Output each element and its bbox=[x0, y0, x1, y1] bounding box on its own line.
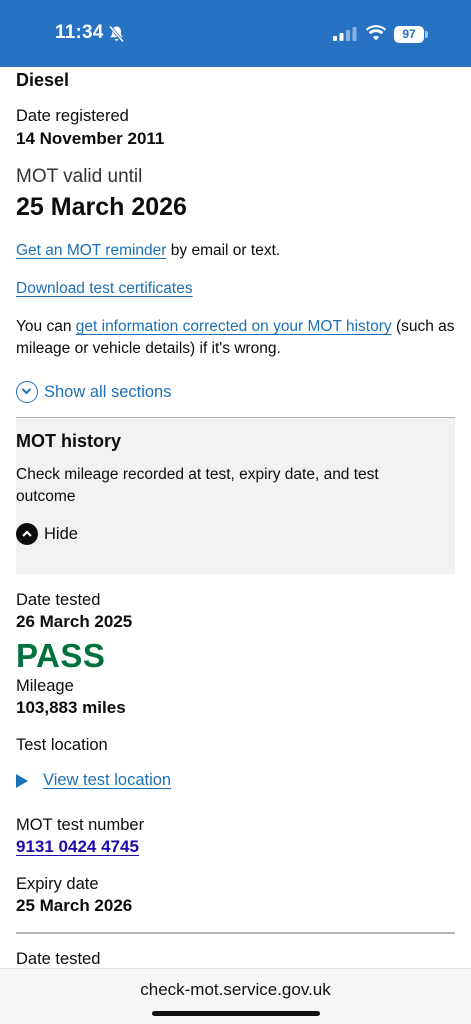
mileage-value: 103,883 miles bbox=[16, 698, 126, 717]
url-text[interactable]: check-mot.service.gov.uk bbox=[0, 980, 471, 1000]
correction-prefix: You can bbox=[16, 318, 76, 335]
mot-valid-value: 25 March 2026 bbox=[16, 193, 187, 221]
expiry-date-value: 25 March 2026 bbox=[16, 896, 133, 915]
reminder-text: Get an MOT reminder by email or text. bbox=[16, 240, 456, 262]
browser-address-bar[interactable]: check-mot.service.gov.uk bbox=[0, 968, 471, 1024]
section-divider bbox=[16, 932, 455, 934]
wifi-icon bbox=[366, 25, 386, 41]
next-date-tested-label: Date tested bbox=[16, 950, 101, 968]
hide-label: Hide bbox=[44, 524, 78, 543]
chevron-down-icon bbox=[16, 381, 38, 403]
view-test-location-link[interactable]: View test location bbox=[43, 771, 171, 790]
test-location-label: Test location bbox=[16, 736, 108, 754]
show-all-sections-label: Show all sections bbox=[44, 382, 172, 401]
status-time: 11:34 bbox=[55, 22, 104, 43]
date-tested-value: 26 March 2025 bbox=[16, 612, 133, 631]
mot-test-number-label: MOT test number bbox=[16, 816, 145, 834]
date-tested-label: Date tested bbox=[16, 591, 101, 609]
show-all-sections-button[interactable]: Show all sections bbox=[16, 381, 171, 403]
home-indicator[interactable] bbox=[152, 1011, 320, 1016]
mot-test-number-link[interactable]: 9131 0424 4745 bbox=[16, 837, 139, 857]
mot-valid-label: MOT valid until bbox=[16, 166, 143, 187]
mileage-label: Mileage bbox=[16, 677, 74, 695]
triangle-right-icon bbox=[16, 773, 28, 788]
status-bar: 11:34 97 bbox=[0, 0, 471, 67]
fuel-type: Diesel bbox=[16, 70, 70, 90]
hide-section-button[interactable]: Hide bbox=[16, 523, 78, 545]
chevron-up-icon bbox=[16, 523, 38, 545]
cellular-signal-icon bbox=[333, 27, 357, 41]
date-registered-value: 14 November 2011 bbox=[16, 129, 165, 148]
download-certificates-link[interactable]: Download test certificates bbox=[16, 280, 193, 297]
battery-level: 97 bbox=[394, 26, 424, 43]
expiry-date-label: Expiry date bbox=[16, 875, 99, 893]
mot-history-section: MOT history Check mileage recorded at te… bbox=[16, 417, 455, 574]
bell-slash-icon bbox=[108, 25, 125, 43]
mot-reminder-link[interactable]: Get an MOT reminder bbox=[16, 242, 166, 259]
date-registered-label: Date registered bbox=[16, 107, 129, 125]
correction-text: You can get information corrected on you… bbox=[16, 316, 456, 360]
correction-link[interactable]: get information corrected on your MOT hi… bbox=[76, 318, 392, 335]
test-result-badge: PASS bbox=[16, 637, 106, 674]
battery-icon: 97 bbox=[394, 26, 428, 43]
download-text: Download test certificates bbox=[16, 278, 456, 300]
mot-history-description: Check mileage recorded at test, expiry d… bbox=[16, 466, 379, 505]
mot-history-title: MOT history bbox=[16, 431, 122, 451]
view-test-location-toggle[interactable]: View test location bbox=[16, 771, 171, 790]
reminder-suffix: by email or text. bbox=[166, 242, 281, 259]
